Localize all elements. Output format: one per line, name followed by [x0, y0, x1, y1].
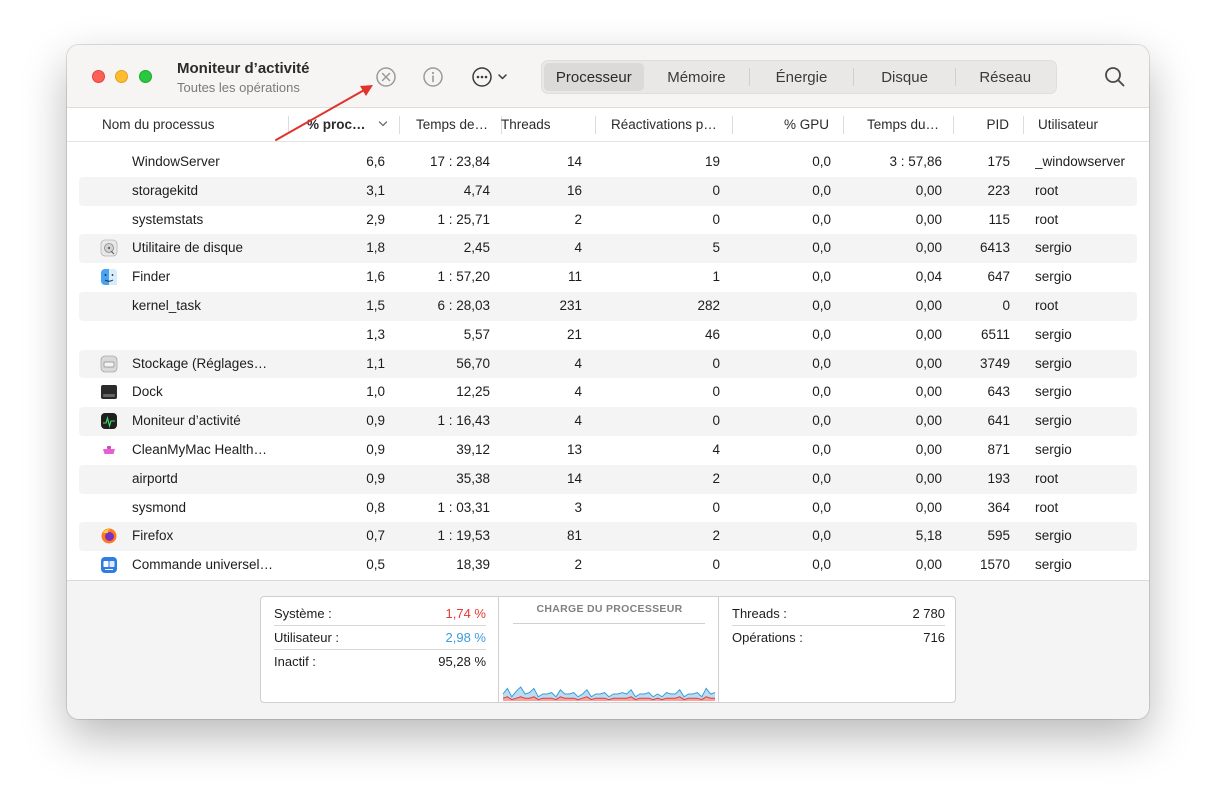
annotation-arrow — [275, 85, 373, 141]
